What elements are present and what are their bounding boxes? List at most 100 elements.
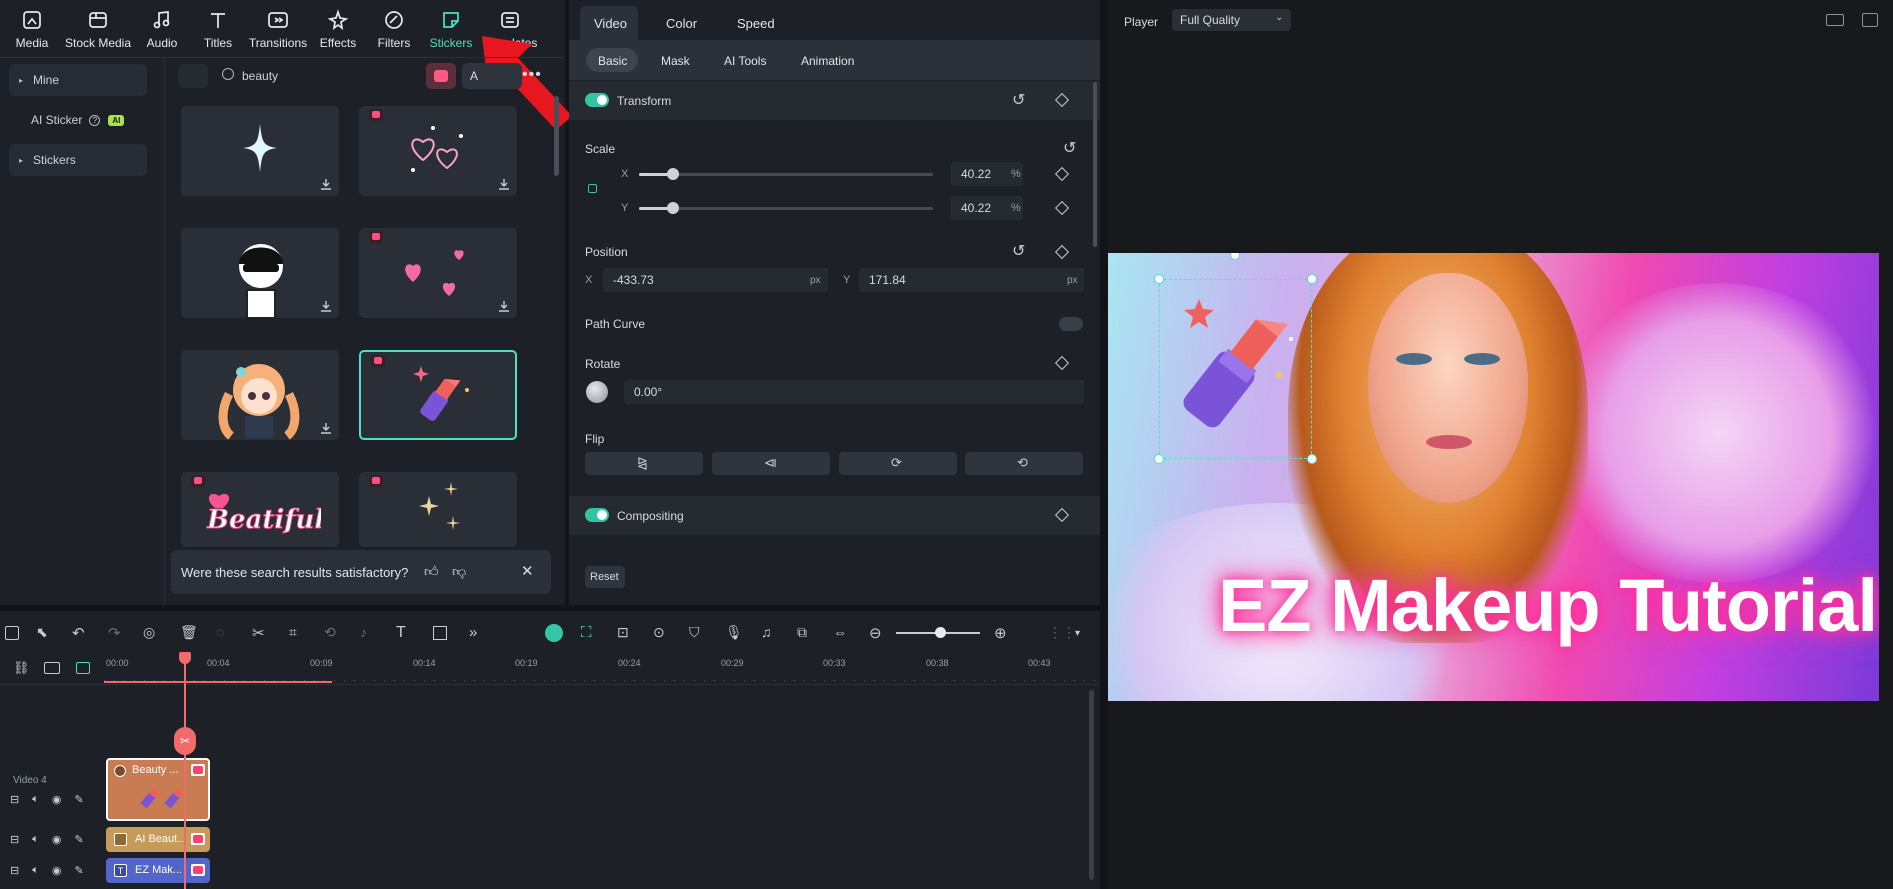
- record-screen-icon[interactable]: ⊡: [617, 624, 635, 642]
- library-back-button[interactable]: [178, 64, 208, 88]
- toolbar-transitions[interactable]: Transitions: [248, 0, 308, 56]
- position-reset-icon[interactable]: ↺: [1012, 241, 1025, 261]
- track-effects-icon[interactable]: ✎: [74, 793, 83, 807]
- sidebar-item-ai-sticker[interactable]: AI Sticker ? AI: [9, 104, 147, 136]
- sidebar-item-mine[interactable]: ▸ Mine: [9, 64, 147, 96]
- grid-view-icon[interactable]: [1826, 14, 1844, 26]
- premium-filter-button[interactable]: [426, 63, 456, 89]
- fit-icon[interactable]: ⇔: [833, 624, 851, 642]
- render-icon[interactable]: ⊙: [653, 624, 671, 642]
- lock-ratio-icon[interactable]: [588, 184, 597, 193]
- thumbs-down-icon[interactable]: 👎︎: [452, 563, 466, 580]
- ai-edit-icon[interactable]: ◎: [143, 624, 161, 642]
- redo-icon[interactable]: ↷: [108, 624, 126, 642]
- reset-icon[interactable]: ↺: [1012, 90, 1025, 110]
- path-curve-toggle[interactable]: [1059, 317, 1083, 331]
- sticker-card[interactable]: [181, 350, 339, 440]
- ai-mate-icon[interactable]: [545, 624, 563, 642]
- add-track-icon[interactable]: [44, 662, 60, 674]
- tab-speed[interactable]: Speed: [737, 16, 775, 31]
- help-icon[interactable]: ?: [89, 114, 101, 126]
- scale-reset-icon[interactable]: ↺: [1063, 138, 1076, 158]
- zoom-slider-handle[interactable]: [935, 627, 946, 638]
- music-icon[interactable]: ♫: [761, 624, 779, 642]
- ai-image-clip[interactable]: AI Beaut...: [106, 827, 210, 852]
- grid-layout-icon[interactable]: [5, 626, 19, 640]
- playhead-handle[interactable]: [179, 652, 191, 664]
- ripple-delete-icon[interactable]: ◌: [216, 624, 234, 642]
- playhead-line[interactable]: [184, 655, 186, 889]
- library-scrollbar[interactable]: [554, 96, 559, 176]
- rotate-right-button[interactable]: ⟳: [839, 452, 957, 475]
- toolbar-stock-media[interactable]: Stock Media: [62, 0, 134, 56]
- reset-button[interactable]: Reset: [585, 566, 625, 588]
- download-icon[interactable]: [319, 177, 333, 191]
- scale-y-slider[interactable]: [639, 207, 933, 210]
- text-tool-icon[interactable]: T: [396, 624, 414, 642]
- delete-icon[interactable]: 🗑︎: [180, 624, 198, 642]
- filter-dropdown[interactable]: A: [462, 63, 522, 89]
- rotate-left-button[interactable]: ⟲: [965, 452, 1083, 475]
- track-manager-icon[interactable]: [76, 662, 90, 674]
- download-icon[interactable]: [497, 299, 511, 313]
- transform-icon[interactable]: ⟲: [324, 624, 342, 642]
- download-icon[interactable]: [319, 421, 333, 435]
- track-effects-icon[interactable]: ✎: [74, 864, 83, 878]
- layout-menu-icon[interactable]: ⋮⋮: [1048, 624, 1076, 642]
- compositing-toggle[interactable]: [585, 508, 609, 522]
- lock-icon[interactable]: ⊟: [10, 793, 19, 807]
- scale-x-slider[interactable]: [639, 173, 933, 176]
- scale-y-handle[interactable]: [667, 202, 679, 214]
- select-tool-icon[interactable]: ⬉: [36, 624, 54, 642]
- sticker-card-selected[interactable]: [359, 350, 517, 440]
- toolbar-audio[interactable]: Audio: [140, 0, 184, 56]
- lock-icon[interactable]: ⊟: [10, 833, 19, 847]
- sticker-card[interactable]: [359, 106, 517, 196]
- flip-vertical-button[interactable]: ⧏: [712, 452, 830, 475]
- track-effects-icon[interactable]: ✎: [74, 833, 83, 847]
- snap-icon[interactable]: ⛶: [581, 624, 599, 642]
- sticker-card[interactable]: [181, 106, 339, 196]
- split-icon[interactable]: ✂: [252, 624, 270, 642]
- subtab-ai-tools[interactable]: AI Tools: [724, 54, 766, 68]
- audio-edit-icon[interactable]: ♪: [360, 624, 378, 642]
- toolbar-stickers[interactable]: Stickers: [428, 0, 474, 56]
- toolbar-titles[interactable]: Titles: [196, 0, 240, 56]
- position-y-field[interactable]: 171.84: [859, 268, 1084, 292]
- toolbar-filters[interactable]: Filters: [372, 0, 416, 56]
- thumbs-up-icon[interactable]: 👍︎: [424, 563, 439, 580]
- rotate-field[interactable]: 0.00°: [624, 380, 1084, 404]
- image-snapshot-icon[interactable]: [1862, 13, 1878, 27]
- undo-icon[interactable]: ↶: [72, 624, 90, 642]
- properties-scrollbar[interactable]: [1093, 82, 1097, 247]
- link-icon[interactable]: ⛓: [13, 660, 30, 676]
- eye-icon[interactable]: ◉: [52, 793, 62, 807]
- crop-icon[interactable]: ⌗: [289, 624, 307, 642]
- shape-tool-icon[interactable]: [433, 626, 447, 640]
- sticker-card[interactable]: [359, 472, 517, 547]
- sticker-card[interactable]: [359, 228, 517, 318]
- pip-icon[interactable]: ⧉: [797, 624, 815, 642]
- scale-x-handle[interactable]: [667, 168, 679, 180]
- timeline-scrollbar[interactable]: [1089, 690, 1094, 880]
- zoom-out-icon[interactable]: ⊖: [869, 624, 887, 642]
- rotate-handle[interactable]: [1230, 253, 1240, 260]
- rotate-dial[interactable]: [586, 381, 608, 403]
- tab-color[interactable]: Color: [666, 16, 697, 31]
- scissors-marker[interactable]: ✂: [174, 727, 196, 755]
- eye-icon[interactable]: ◉: [52, 833, 62, 847]
- lock-icon[interactable]: ⊟: [10, 864, 19, 878]
- chevron-down-icon[interactable]: ▾: [1075, 628, 1093, 646]
- eye-icon[interactable]: ◉: [52, 864, 62, 878]
- zoom-in-icon[interactable]: ⊕: [994, 624, 1012, 642]
- sidebar-item-stickers[interactable]: ▸ Stickers: [9, 144, 147, 176]
- sticker-clip[interactable]: Beauty ...: [106, 758, 210, 821]
- subtab-mask[interactable]: Mask: [661, 54, 690, 68]
- flip-horizontal-button[interactable]: ⧎: [585, 452, 703, 475]
- speaker-icon[interactable]: 🔈︎: [32, 793, 39, 807]
- subtab-animation[interactable]: Animation: [801, 54, 854, 68]
- microphone-icon[interactable]: 🎙︎: [725, 624, 743, 642]
- transform-toggle[interactable]: [585, 93, 609, 107]
- toolbar-media[interactable]: Media: [10, 0, 54, 56]
- position-x-field[interactable]: -433.73: [603, 268, 828, 292]
